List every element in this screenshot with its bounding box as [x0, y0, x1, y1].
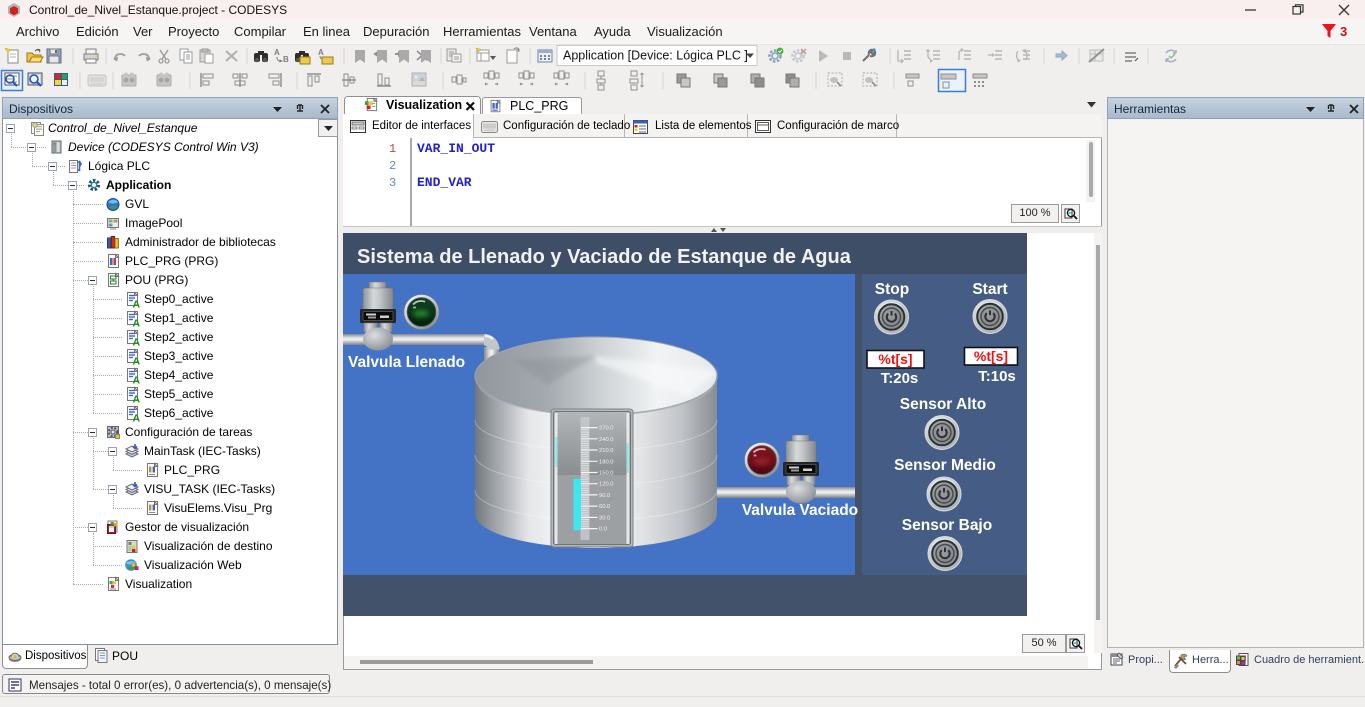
svg-text:Sensor Medio: Sensor Medio	[894, 457, 996, 474]
svg-text:Sistema de Llenado y Vaciado d: Sistema de Llenado y Vaciado de Estanque…	[357, 246, 852, 268]
svg-text:240.0: 240.0	[599, 437, 614, 443]
svg-text:Sensor Bajo: Sensor Bajo	[902, 517, 992, 534]
svg-text:Start: Start	[972, 281, 1007, 298]
svg-text:A: A	[133, 356, 141, 366]
svg-text:270.0: 270.0	[599, 426, 614, 432]
svg-text:T:20s: T:20s	[881, 370, 919, 387]
svg-text:120.0: 120.0	[599, 482, 614, 488]
svg-text:A: A	[133, 394, 141, 404]
svg-text:A: A	[133, 318, 141, 328]
svg-text:30.0: 30.0	[599, 515, 610, 521]
svg-text:180.0: 180.0	[599, 459, 614, 465]
svg-text:60.0: 60.0	[599, 504, 610, 510]
svg-text:A: A	[274, 48, 280, 57]
svg-text:%t[s]: %t[s]	[974, 348, 1008, 364]
svg-text:210.0: 210.0	[599, 448, 614, 454]
svg-text:A: A	[318, 48, 324, 57]
svg-text:3: 3	[1340, 24, 1347, 39]
svg-text:Sensor Alto: Sensor Alto	[900, 396, 986, 413]
svg-text:Valvula Vaciado: Valvula Vaciado	[742, 502, 858, 519]
svg-text:T:10s: T:10s	[978, 368, 1016, 385]
svg-text:A: A	[133, 413, 141, 423]
svg-text:B: B	[283, 55, 289, 64]
svg-text:Stop: Stop	[875, 281, 909, 298]
svg-text:Valvula Llenado: Valvula Llenado	[348, 354, 465, 371]
svg-text:90.0: 90.0	[599, 493, 610, 499]
svg-text:A: A	[133, 299, 141, 309]
svg-text:0.0: 0.0	[599, 527, 607, 533]
svg-text:A: A	[133, 375, 141, 385]
svg-text:Application [Device: Lógica PL: Application [Device: Lógica PLC ]	[563, 49, 748, 63]
svg-text:150.0: 150.0	[599, 471, 614, 477]
svg-text:A: A	[133, 337, 141, 347]
svg-text:%t[s]: %t[s]	[878, 351, 912, 367]
